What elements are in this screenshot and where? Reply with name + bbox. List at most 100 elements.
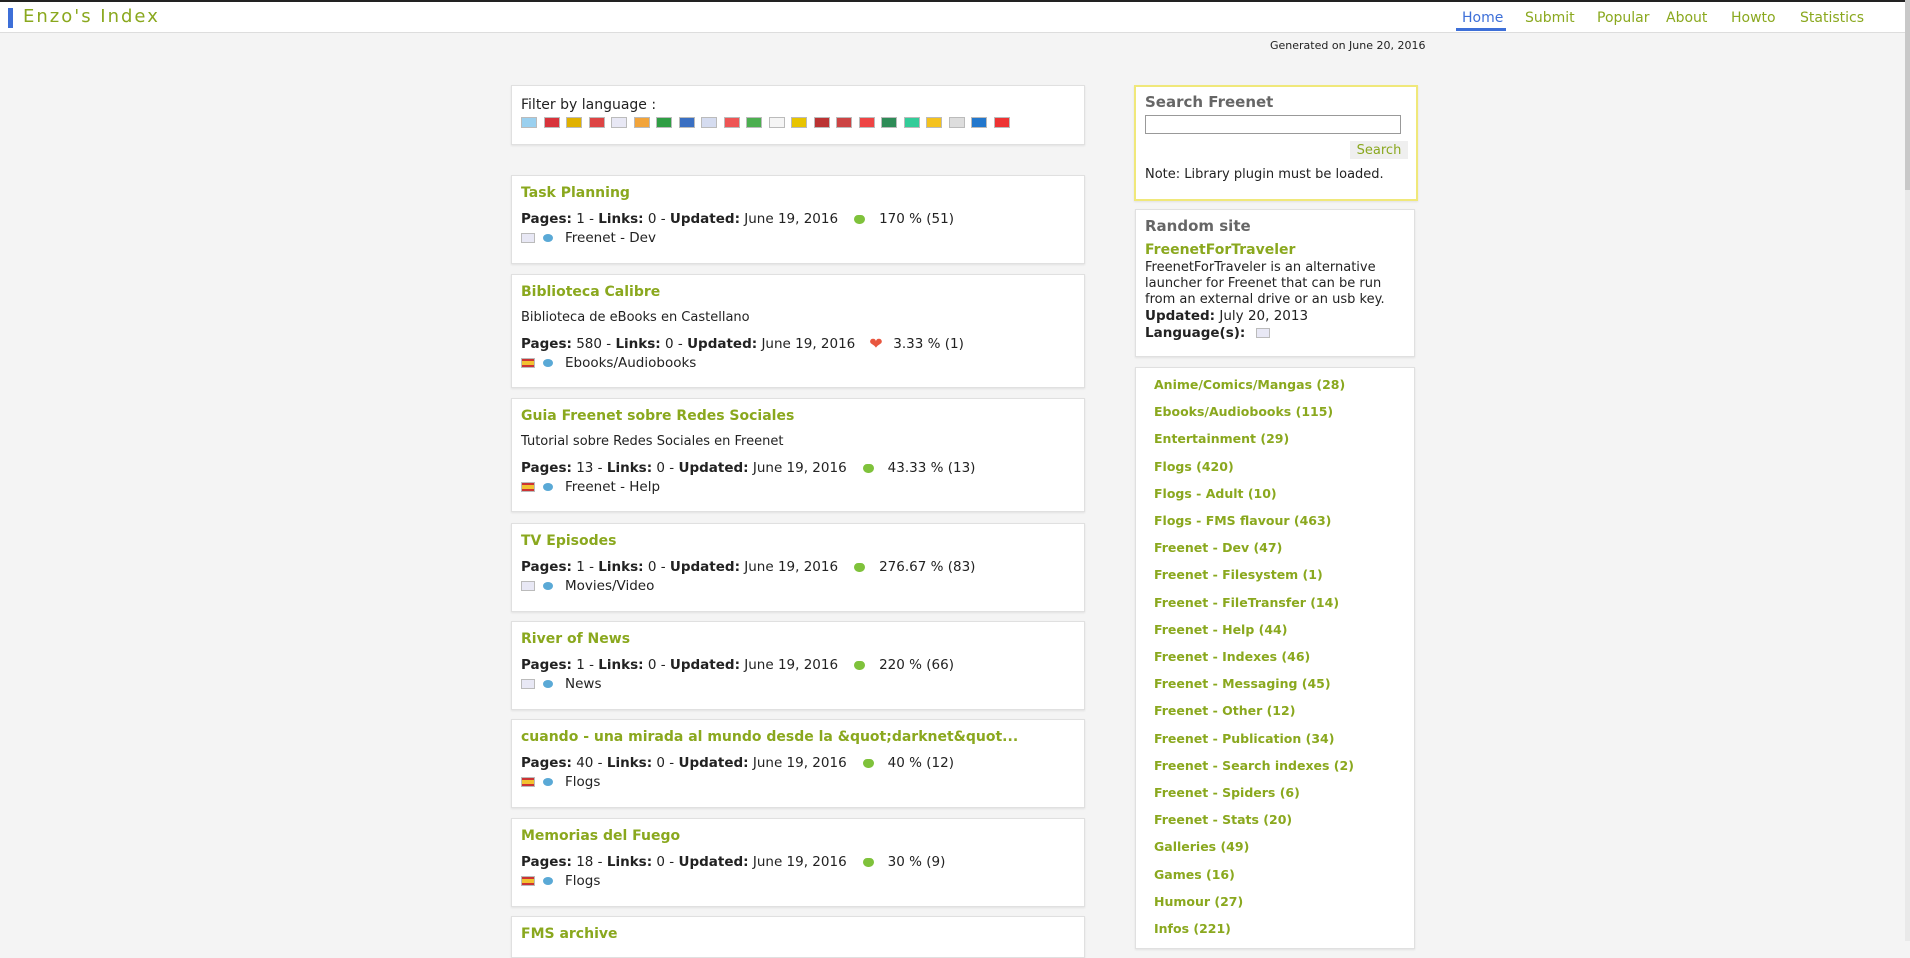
updated-label: Updated: — [669, 657, 740, 673]
argentina-flag-icon[interactable] — [521, 117, 537, 128]
uk-flag-icon — [521, 233, 535, 243]
finland-flag-icon[interactable] — [678, 117, 695, 128]
nav-popular[interactable]: Popular — [1597, 10, 1650, 26]
site-title-link[interactable]: cuando - una mirada al mundo desde la &q… — [521, 729, 1018, 745]
category-link[interactable]: Freenet - Indexes (46) — [1154, 649, 1310, 664]
site-title-link[interactable]: Task Planning — [521, 185, 630, 201]
search-button[interactable]: Search — [1350, 141, 1408, 159]
pages-label: Pages: — [521, 559, 572, 575]
site-card: FMS archive — [511, 916, 1085, 958]
links-label: Links: — [598, 211, 644, 227]
site-title-link[interactable]: Guia Freenet sobre Redes Sociales — [521, 408, 794, 424]
updated-label: Updated: — [678, 854, 749, 870]
iran-flag-icon[interactable] — [656, 117, 672, 128]
uk-flag-icon[interactable] — [611, 117, 627, 128]
category-link[interactable]: Infos (221) — [1154, 921, 1231, 936]
category-link[interactable]: Games (16) — [1154, 867, 1235, 882]
lithuania-flag-icon[interactable] — [791, 117, 807, 128]
site-stats: Pages: 40 - Links: 0 - Updated: June 19,… — [521, 755, 954, 771]
poland-flag-icon[interactable] — [858, 117, 875, 128]
random-site-box: Random site FreenetForTraveler FreenetFo… — [1135, 209, 1415, 357]
site-stats: Pages: 1 - Links: 0 - Updated: June 19, … — [521, 559, 975, 575]
france-flag-icon[interactable] — [701, 117, 717, 128]
slovakia-flag-icon[interactable] — [971, 117, 987, 128]
updated-value: June 19, 2016 — [752, 854, 847, 870]
spain-flag-icon[interactable] — [633, 117, 650, 128]
category-text: Movies/Video — [565, 578, 655, 594]
pages-label: Pages: — [521, 755, 572, 771]
search-input[interactable] — [1145, 115, 1401, 134]
site-category: Movies/Video — [521, 578, 654, 594]
category-link[interactable]: Humour (27) — [1154, 894, 1243, 909]
site-title-link[interactable]: Biblioteca Calibre — [521, 284, 660, 300]
site-card: River of News Pages: 1 - Links: 0 - Updat… — [511, 621, 1085, 710]
separator: - — [593, 854, 607, 870]
search-box: Search Freenet Search Note: Library plug… — [1134, 85, 1418, 201]
germany-flag-icon[interactable] — [566, 117, 582, 128]
category-link[interactable]: Freenet - Stats (20) — [1154, 812, 1292, 827]
denmark-flag-icon[interactable] — [588, 117, 605, 128]
category-link[interactable]: Entertainment (29) — [1154, 431, 1289, 446]
separator: - — [584, 559, 599, 575]
portugal-flag-icon[interactable] — [881, 117, 897, 128]
site-title-link[interactable]: TV Episodes — [521, 533, 616, 549]
category-text: Freenet - Dev — [565, 230, 656, 246]
updated-label: Updated: — [678, 460, 749, 476]
heart-icon — [862, 857, 874, 867]
site-title-link[interactable]: River of News — [521, 631, 630, 647]
category-link[interactable]: Freenet - Other (12) — [1154, 703, 1295, 718]
category-link[interactable]: Freenet - Dev (47) — [1154, 540, 1282, 555]
category-link[interactable]: Freenet - Search indexes (2) — [1154, 758, 1354, 773]
random-site-link[interactable]: FreenetForTraveler — [1145, 242, 1295, 258]
site-card: Biblioteca Calibre Biblioteca de eBooks e… — [511, 274, 1085, 388]
site-title-link[interactable]: FMS archive — [521, 926, 618, 942]
separator: - — [584, 211, 599, 227]
category-link[interactable]: Freenet - Messaging (45) — [1154, 676, 1331, 691]
brazil-flag-icon[interactable] — [903, 117, 920, 128]
links-value: 0 — [656, 854, 666, 870]
category-link[interactable]: Freenet - Help (44) — [1154, 622, 1287, 637]
random-title: Random site — [1145, 217, 1251, 235]
brand-logo[interactable]: Enzo's Index — [23, 6, 160, 27]
category-link[interactable]: Freenet - Spiders (6) — [1154, 785, 1300, 800]
category-link[interactable]: Galleries (49) — [1154, 839, 1249, 854]
links-label: Links: — [606, 854, 653, 870]
category-link[interactable]: Flogs (420) — [1154, 459, 1234, 474]
nav-home[interactable]: Home — [1462, 10, 1503, 26]
category-link[interactable]: Flogs - Adult (10) — [1154, 486, 1277, 501]
updated-label: Updated: — [669, 559, 740, 575]
comment-icon — [543, 582, 553, 590]
japan-flag-icon[interactable] — [768, 117, 785, 128]
category-link[interactable]: Freenet - FileTransfer (14) — [1154, 595, 1339, 610]
separator: - — [593, 460, 607, 476]
nav-statistics[interactable]: Statistics — [1800, 10, 1864, 26]
site-stats: Pages: 18 - Links: 0 - Updated: June 19,… — [521, 854, 945, 870]
scrollbar-thumb[interactable] — [1905, 0, 1910, 190]
category-text: Flogs — [565, 774, 601, 790]
norway-flag-icon[interactable] — [836, 117, 852, 128]
category-link[interactable]: Freenet - Filesystem (1) — [1154, 567, 1323, 582]
italy-flag-icon[interactable] — [746, 117, 762, 128]
category-link[interactable]: Anime/Comics/Mangas (28) — [1154, 377, 1345, 392]
netherlands-flag-icon[interactable] — [813, 117, 830, 128]
category-link[interactable]: Freenet - Publication (34) — [1154, 731, 1334, 746]
score-value: 43.33 % (13) — [887, 460, 976, 476]
russia-flag-icon[interactable] — [948, 117, 965, 128]
nav-submit[interactable]: Submit — [1525, 10, 1575, 26]
separator: - — [656, 211, 670, 227]
site-category: Flogs — [521, 774, 600, 790]
indonesia-flag-icon[interactable] — [723, 117, 740, 128]
category-list: Anime/Comics/Mangas (28) Ebooks/Audiobook… — [1135, 367, 1415, 949]
romania-flag-icon[interactable] — [926, 117, 942, 128]
category-link[interactable]: Ebooks/Audiobooks (115) — [1154, 404, 1333, 419]
updated-value: June 19, 2016 — [744, 559, 839, 575]
category-link[interactable]: Flogs - FMS flavour (463) — [1154, 513, 1331, 528]
nav-howto[interactable]: Howto — [1731, 10, 1776, 26]
site-title-link[interactable]: Memorias del Fuego — [521, 828, 680, 844]
china-flag-icon[interactable] — [993, 117, 1010, 128]
site-card: Task Planning Pages: 1 - Links: 0 - Updat… — [511, 175, 1085, 264]
site-category: Freenet - Dev — [521, 230, 656, 246]
score-value: 40 % (12) — [887, 755, 954, 771]
czech-flag-icon[interactable] — [543, 117, 560, 128]
nav-about[interactable]: About — [1666, 10, 1707, 26]
